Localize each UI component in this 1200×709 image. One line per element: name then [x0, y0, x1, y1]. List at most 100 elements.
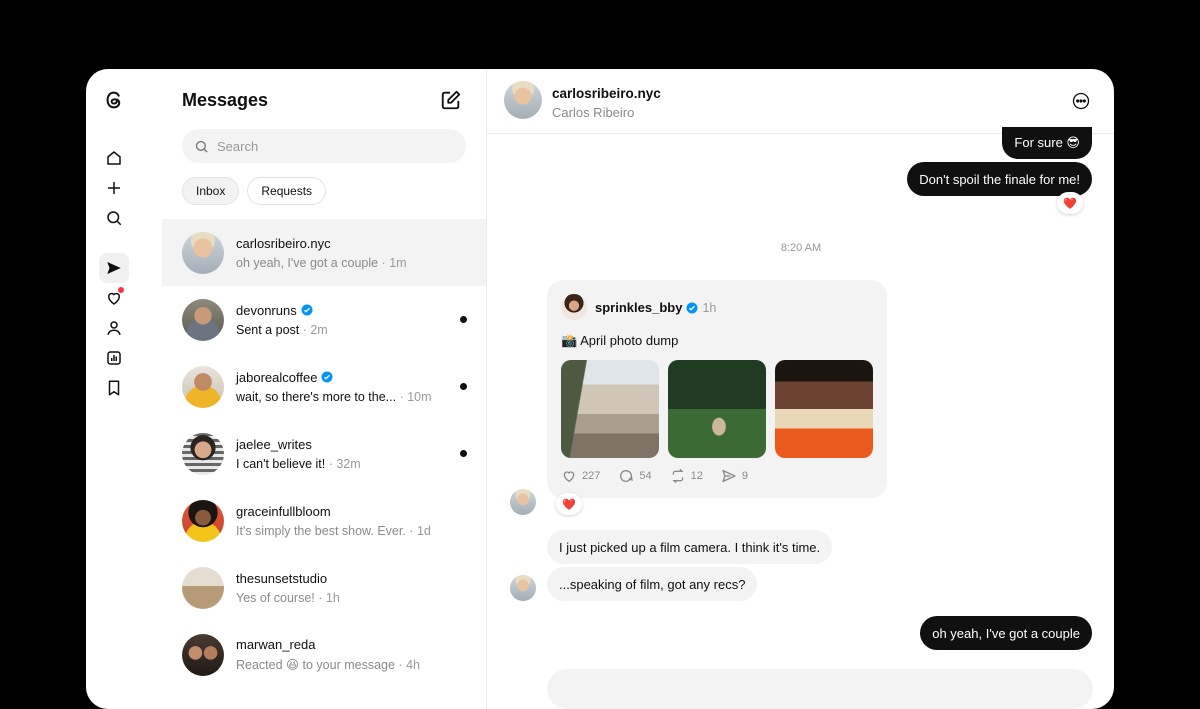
nav-rail — [86, 69, 162, 709]
unread-dot — [460, 383, 467, 390]
avatar[interactable] — [510, 575, 536, 601]
compose-icon[interactable] — [440, 89, 462, 111]
send-icon — [107, 262, 121, 274]
inbox-filters: Inbox Requests — [182, 177, 327, 205]
more-options-icon[interactable] — [1072, 92, 1090, 110]
conversation-preview: Yes of course! — [236, 590, 315, 605]
conversation-preview: oh yeah, I've got a couple — [236, 255, 379, 270]
post-image[interactable] — [668, 360, 766, 458]
message-reaction[interactable]: ❤️ — [556, 493, 582, 515]
message-reaction[interactable]: ❤️ — [1057, 192, 1083, 214]
conversation-name: carlosribeiro.nyc — [236, 235, 331, 251]
inbox-title: Messages — [182, 90, 269, 110]
conversation-name: devonruns — [236, 302, 297, 318]
avatar[interactable] — [504, 81, 542, 119]
post-image[interactable] — [775, 360, 873, 458]
nav-activity-button[interactable] — [99, 283, 129, 313]
chat-fullname: Carlos Ribeiro — [552, 105, 635, 120]
nav-profile-button[interactable] — [99, 313, 129, 343]
filter-inbox-chip[interactable]: Inbox — [182, 177, 240, 205]
chart-icon — [107, 351, 121, 365]
conversation-name: jaelee_writes — [236, 436, 312, 452]
conversation-preview: It's simply the best show. Ever. — [236, 523, 406, 538]
notification-dot — [118, 287, 124, 293]
conversation-name: thesunsetstudio — [236, 570, 328, 586]
chat-username[interactable]: carlosribeiro.nyc — [552, 86, 661, 101]
repost-button[interactable]: 12 — [670, 468, 703, 484]
avatar — [182, 298, 224, 341]
avatar — [182, 566, 224, 609]
conversation-item[interactable]: graceinfullbloom It's simply the best sh… — [162, 487, 486, 554]
search-input[interactable] — [217, 138, 457, 154]
bookmark-icon — [108, 380, 120, 396]
heart-icon — [563, 471, 575, 483]
like-button[interactable]: 227 — [561, 468, 600, 484]
verified-badge-icon — [321, 371, 333, 383]
conversation-item[interactable]: thesunsetstudio Yes of course! · 1h — [162, 554, 486, 621]
conversation-time: 1h — [325, 590, 340, 605]
home-icon — [107, 151, 121, 165]
conversation-time: 10m — [407, 389, 432, 404]
repost-icon — [671, 468, 684, 484]
share-button[interactable]: 9 — [721, 468, 748, 484]
nav-messages-button[interactable] — [99, 253, 129, 283]
app-window: Messages Inbox Requests carlosribeiro.ny… — [86, 69, 1114, 709]
post-time: 1h — [702, 300, 717, 315]
message-bubble-outgoing[interactable]: For sure 😎 — [1002, 127, 1092, 159]
nav-saved-button[interactable] — [99, 373, 129, 403]
conversation-item[interactable]: marwan_reda Reacted 😆 to your message · … — [162, 621, 486, 688]
post-actions: 227 54 12 9 — [561, 468, 748, 484]
nav-search-button[interactable] — [99, 203, 129, 233]
avatar[interactable] — [510, 489, 536, 515]
conversation-preview: Reacted 😆 to your message — [236, 658, 395, 672]
conversation-item[interactable]: jaelee_writes I can't believe it! · 32m — [162, 420, 486, 487]
conversation-time: 4h — [406, 658, 420, 672]
message-composer[interactable] — [547, 669, 1093, 709]
chat-panel: carlosribeiro.nyc Carlos Ribeiro For sur… — [486, 69, 1114, 709]
avatar — [561, 294, 587, 320]
avatar — [182, 432, 224, 475]
verified-badge-icon — [686, 302, 698, 313]
reply-button[interactable]: 54 — [618, 468, 652, 484]
nav-insights-button[interactable] — [99, 343, 129, 373]
message-bubble-outgoing[interactable]: oh yeah, I've got a couple — [920, 616, 1092, 650]
verified-badge-icon — [301, 304, 313, 316]
chat-header: carlosribeiro.nyc Carlos Ribeiro — [487, 69, 1114, 134]
unread-dot — [460, 450, 467, 457]
post-author[interactable]: sprinkles_bby — [595, 300, 682, 315]
search-bar[interactable] — [182, 129, 466, 163]
inbox-panel: Messages Inbox Requests carlosribeiro.ny… — [162, 69, 486, 709]
conversation-preview: Sent a post — [236, 322, 300, 337]
conversation-preview: I can't believe it! — [236, 456, 326, 471]
avatar — [182, 365, 224, 408]
conversation-name: marwan_reda — [236, 637, 316, 652]
plus-icon — [108, 182, 120, 194]
send-icon — [722, 470, 736, 482]
post-caption: 📸 April photo dump — [561, 333, 679, 348]
conversation-time: 2m — [310, 322, 328, 337]
conversation-name: jaborealcoffee — [236, 369, 318, 385]
conversation-item[interactable]: carlosribeiro.nyc oh yeah, I've got a co… — [162, 219, 486, 286]
nav-home-button[interactable] — [99, 143, 129, 173]
message-bubble-incoming[interactable]: ...speaking of film, got any recs? — [547, 567, 758, 601]
user-icon — [107, 321, 121, 335]
repost-count: 12 — [690, 470, 703, 482]
conversation-preview: wait, so there's more to the... — [236, 389, 397, 404]
conversation-item[interactable]: jaborealcoffee wait, so there's more to … — [162, 353, 486, 420]
comment-icon — [620, 470, 634, 482]
nav-create-button[interactable] — [99, 173, 129, 203]
conversation-item[interactable]: devonruns Sent a post · 2m — [162, 286, 486, 353]
filter-requests-chip[interactable]: Requests — [247, 177, 327, 205]
threads-logo-icon[interactable] — [103, 89, 125, 111]
message-timestamp: 8:20 AM — [780, 242, 822, 254]
conversation-list: carlosribeiro.nyc oh yeah, I've got a co… — [162, 219, 486, 688]
avatar — [182, 231, 224, 274]
conversation-time: 1d — [416, 523, 431, 538]
message-bubble-incoming[interactable]: I just picked up a film camera. I think … — [547, 530, 833, 564]
post-image[interactable] — [561, 360, 659, 458]
conversation-time: 1m — [389, 255, 407, 270]
message-bubble-outgoing[interactable]: Don't spoil the finale for me! — [907, 162, 1092, 196]
shared-post-card[interactable]: sprinkles_bby 1h 📸 April photo dump 227 … — [547, 280, 887, 498]
search-icon — [107, 211, 122, 226]
search-icon — [195, 140, 208, 153]
